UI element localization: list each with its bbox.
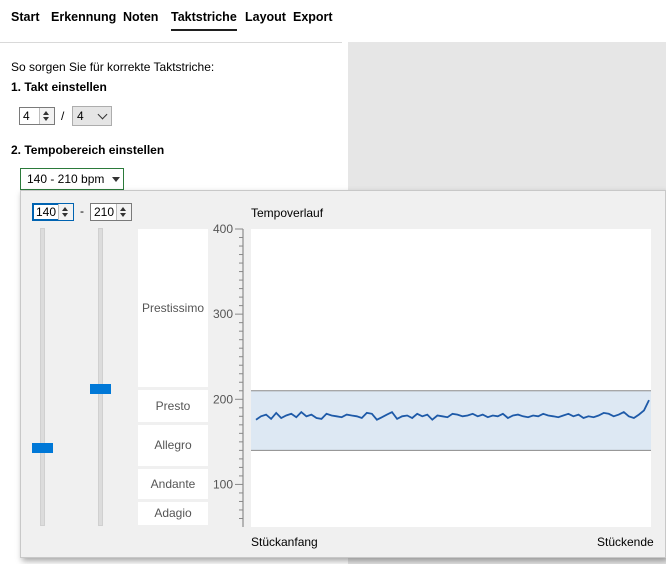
- min-tempo-value: 140: [36, 205, 57, 219]
- tempo-range-popup: 140 - 210 Prestissimo Presto Allegro And…: [20, 190, 666, 558]
- zone-presto: Presto: [138, 390, 208, 422]
- max-tempo-value: 210: [94, 205, 115, 219]
- tab-export[interactable]: Export: [293, 10, 333, 24]
- y-tick-label: 200: [213, 392, 233, 406]
- plot-area: [251, 229, 651, 527]
- intro-text: So sorgen Sie für korrekte Taktstriche:: [11, 60, 215, 74]
- tab-noten[interactable]: Noten: [123, 10, 158, 24]
- arrow-down-icon[interactable]: [43, 117, 49, 121]
- max-tempo-slider-track[interactable]: [98, 228, 103, 526]
- min-tempo-slider-track[interactable]: [40, 228, 45, 526]
- numerator-stepper[interactable]: 4: [19, 107, 55, 125]
- arrow-up-icon[interactable]: [43, 111, 49, 115]
- denominator-value: 4: [77, 109, 84, 123]
- tab-start[interactable]: Start: [11, 10, 39, 24]
- tab-taktstriche[interactable]: Taktstriche: [171, 10, 237, 31]
- spin-buttons[interactable]: [58, 204, 73, 220]
- max-tempo-stepper[interactable]: 210: [90, 203, 132, 221]
- zone-andante: Andante: [138, 469, 208, 499]
- y-tick-label: 300: [213, 307, 233, 321]
- spin-buttons[interactable]: [39, 108, 54, 124]
- y-tick-label: 100: [213, 477, 233, 491]
- range-dash: -: [80, 204, 84, 218]
- section2-heading: 2. Tempobereich einstellen: [11, 143, 165, 157]
- zone-adagio: Adagio: [138, 502, 208, 525]
- arrow-down-icon[interactable]: [62, 213, 68, 217]
- tab-layout[interactable]: Layout: [245, 10, 286, 24]
- zone-prestissimo: Prestissimo: [138, 229, 208, 387]
- min-tempo-slider-thumb[interactable]: [32, 443, 53, 453]
- time-signature-separator: /: [61, 109, 65, 123]
- arrow-up-icon[interactable]: [62, 207, 68, 211]
- tab-erkennung[interactable]: Erkennung: [51, 10, 116, 24]
- tempo-range-dropdown[interactable]: 140 - 210 bpm: [20, 168, 124, 190]
- x-end-label: Stückende: [597, 535, 654, 549]
- min-tempo-stepper[interactable]: 140: [32, 203, 74, 221]
- numerator-value: 4: [23, 109, 30, 123]
- zone-allegro: Allegro: [138, 425, 208, 466]
- section1-heading: 1. Takt einstellen: [11, 80, 107, 94]
- chart-title: Tempoverlauf: [251, 206, 324, 220]
- y-tick-label: 400: [213, 222, 233, 236]
- arrow-down-icon[interactable]: [120, 213, 126, 217]
- max-tempo-slider-thumb[interactable]: [90, 384, 111, 394]
- tab-bar-divider: [0, 42, 342, 43]
- x-start-label: Stückanfang: [251, 535, 318, 549]
- tempo-band: [251, 390, 651, 451]
- tempo-range-value: 140 - 210 bpm: [27, 172, 105, 186]
- chevron-down-icon: [97, 109, 108, 120]
- dropdown-arrow-icon: [112, 177, 120, 182]
- arrow-up-icon[interactable]: [120, 207, 126, 211]
- denominator-select[interactable]: 4: [72, 106, 112, 126]
- spin-buttons[interactable]: [116, 204, 131, 220]
- tempo-chart: 100 200 300 400: [213, 222, 651, 527]
